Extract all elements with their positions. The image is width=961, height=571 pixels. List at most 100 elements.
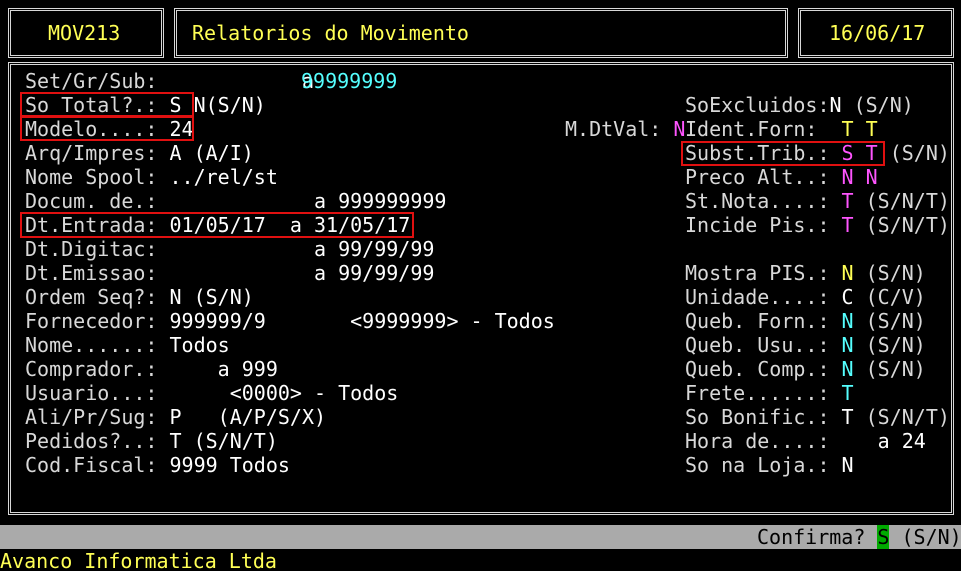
field-value[interactable]: T — [830, 405, 854, 429]
field-value[interactable]: N — [830, 453, 854, 477]
right-field-row[interactable]: Ident.Forn: T T — [685, 117, 878, 141]
right-field-row[interactable]: Incide Pis.: T (S/N/T) — [685, 213, 950, 237]
field-value[interactable]: T — [830, 381, 854, 405]
mdtval-value[interactable]: N — [673, 117, 685, 141]
field-label: Dt.Emissao: — [25, 261, 158, 285]
field-value[interactable]: T — [830, 213, 854, 237]
field-value[interactable]: a 99/99/99 — [157, 237, 434, 261]
left-field-row[interactable]: Ordem Seq?: N (S/N) — [25, 285, 254, 309]
field-value[interactable]: 999999/9 <9999999> - Todos — [157, 309, 554, 333]
field-hint: (C/V) — [853, 285, 926, 309]
confirm-prompt[interactable]: Confirma? S (S/N) — [757, 525, 961, 549]
field-label: Cod.Fiscal: — [25, 453, 158, 477]
left-field-row[interactable]: Usuario...: <0000> - Todos — [25, 381, 398, 405]
field-value[interactable]: N (S/N) — [157, 285, 253, 309]
field-value[interactable]: N — [830, 333, 854, 357]
header-date: 16/06/17 — [829, 21, 926, 45]
field-value[interactable]: P (A/P/S/X) — [157, 405, 326, 429]
left-field-row[interactable]: Dt.Emissao: a 99/99/99 — [25, 261, 434, 285]
field-label: Usuario...: — [25, 381, 158, 405]
field-label: Nome......: — [25, 333, 158, 357]
field-label: Ali/Pr/Sug: — [25, 405, 158, 429]
right-field-row[interactable]: Queb. Comp.: N (S/N) — [685, 357, 926, 381]
field-value[interactable]: N — [830, 357, 854, 381]
field-label: Unidade....: — [685, 285, 830, 309]
setgr-value[interactable]: 99999999 — [301, 69, 397, 93]
field-label: Queb. Forn.: — [685, 309, 830, 333]
right-field-row[interactable]: St.Nota....: T (S/N/T) — [685, 189, 950, 213]
right-field-row[interactable]: SoExcluidos:N (S/N) — [685, 93, 914, 117]
left-field-row[interactable]: Set/Gr/Sub: a — [25, 69, 326, 93]
program-code: MOV213 — [48, 21, 121, 45]
highlight-subst-trib — [681, 141, 885, 166]
field-value[interactable]: T — [830, 189, 854, 213]
field-label: Frete......: — [685, 381, 830, 405]
field-value[interactable]: ../rel/st — [157, 165, 277, 189]
right-field-row[interactable]: So Bonific.: T (S/N/T) — [685, 405, 950, 429]
field-label: Arq/Impres: — [25, 141, 158, 165]
field-hint: (S/N) — [853, 261, 926, 285]
mdtval-label: M.DtVal: — [565, 117, 662, 141]
field-value[interactable]: a 999 — [157, 357, 278, 381]
left-field-row[interactable]: Pedidos?..: T (S/N/T) — [25, 429, 278, 453]
company-footer: Avanco Informatica Ltda — [0, 549, 277, 571]
right-field-row[interactable]: Queb. Forn.: N (S/N) — [685, 309, 926, 333]
left-field-row[interactable]: Cod.Fiscal: 9999 Todos — [25, 453, 290, 477]
mdtval-field[interactable]: M.DtVal: N — [565, 117, 685, 141]
field-value[interactable]: a 999999999 — [157, 189, 446, 213]
field-hint: (S/N) — [853, 357, 926, 381]
field-value[interactable]: 9999 Todos — [157, 453, 289, 477]
field-value[interactable]: C — [830, 285, 854, 309]
field-label: Fornecedor: — [25, 309, 158, 333]
field-value[interactable]: N N — [830, 165, 878, 189]
field-value[interactable]: A (A/I) — [157, 141, 253, 165]
field-hint: (S/N) — [853, 309, 926, 333]
left-field-row[interactable]: Comprador.: a 999 — [25, 357, 278, 381]
field-label: Ordem Seq?: — [25, 285, 158, 309]
highlight-dt-entrada — [20, 212, 414, 238]
left-field-row[interactable]: Ali/Pr/Sug: P (A/P/S/X) — [25, 405, 326, 429]
field-value[interactable]: <0000> - Todos — [157, 381, 399, 405]
left-field-row[interactable]: Docum. de.: a 999999999 — [25, 189, 446, 213]
highlight-modelo — [20, 116, 194, 141]
confirm-value[interactable]: S — [877, 525, 890, 549]
right-field-row[interactable]: Preco Alt..: N N — [685, 165, 878, 189]
left-field-row[interactable]: Nome......: Todos — [25, 333, 230, 357]
field-label: Incide Pis.: — [685, 213, 830, 237]
right-field-row[interactable]: Frete......: T — [685, 381, 854, 405]
field-label: Hora de....: — [685, 429, 830, 453]
field-label: Comprador.: — [25, 357, 158, 381]
screen-title: Relatorios do Movimento — [192, 21, 469, 45]
field-value[interactable]: N — [830, 93, 842, 117]
field-value[interactable]: T (S/N/T) — [157, 429, 277, 453]
field-label: Set/Gr/Sub: — [25, 69, 158, 93]
left-field-row[interactable]: Fornecedor: 999999/9 <9999999> - Todos — [25, 309, 555, 333]
left-field-row[interactable]: Arq/Impres: A (A/I) — [25, 141, 254, 165]
field-label: So na Loja.: — [685, 453, 830, 477]
left-field-row[interactable]: Dt.Digitac: a 99/99/99 — [25, 237, 434, 261]
field-label: Queb. Comp.: — [685, 357, 830, 381]
right-field-row[interactable]: So na Loja.: N — [685, 453, 854, 477]
field-hint: (S/N) — [853, 333, 926, 357]
confirm-hint: (S/N) — [889, 525, 961, 549]
field-label: SoExcluidos: — [685, 93, 830, 117]
field-value[interactable]: Todos — [157, 333, 229, 357]
field-value[interactable]: N — [830, 261, 854, 285]
field-value[interactable]: N — [830, 309, 854, 333]
field-value[interactable]: a 24 — [830, 429, 926, 453]
field-label: So Bonific.: — [685, 405, 830, 429]
field-value[interactable]: a 99/99/99 — [157, 261, 434, 285]
field-label: Preco Alt..: — [685, 165, 830, 189]
right-field-row[interactable]: Unidade....: C (C/V) — [685, 285, 926, 309]
field-label: Pedidos?..: — [25, 429, 158, 453]
right-field-row[interactable]: Queb. Usu..: N (S/N) — [685, 333, 926, 357]
field-label: Dt.Digitac: — [25, 237, 158, 261]
right-field-row[interactable]: Mostra PIS.: N (S/N) — [685, 261, 926, 285]
field-label: Queb. Usu..: — [685, 333, 830, 357]
field-value[interactable]: T T — [830, 117, 878, 141]
field-hint: (S/N/T) — [853, 405, 950, 429]
field-label: St.Nota....: — [685, 189, 830, 213]
right-field-row[interactable]: Hora de....: a 24 — [685, 429, 926, 453]
highlight-so-total — [20, 92, 194, 117]
left-field-row[interactable]: Nome Spool: ../rel/st — [25, 165, 278, 189]
